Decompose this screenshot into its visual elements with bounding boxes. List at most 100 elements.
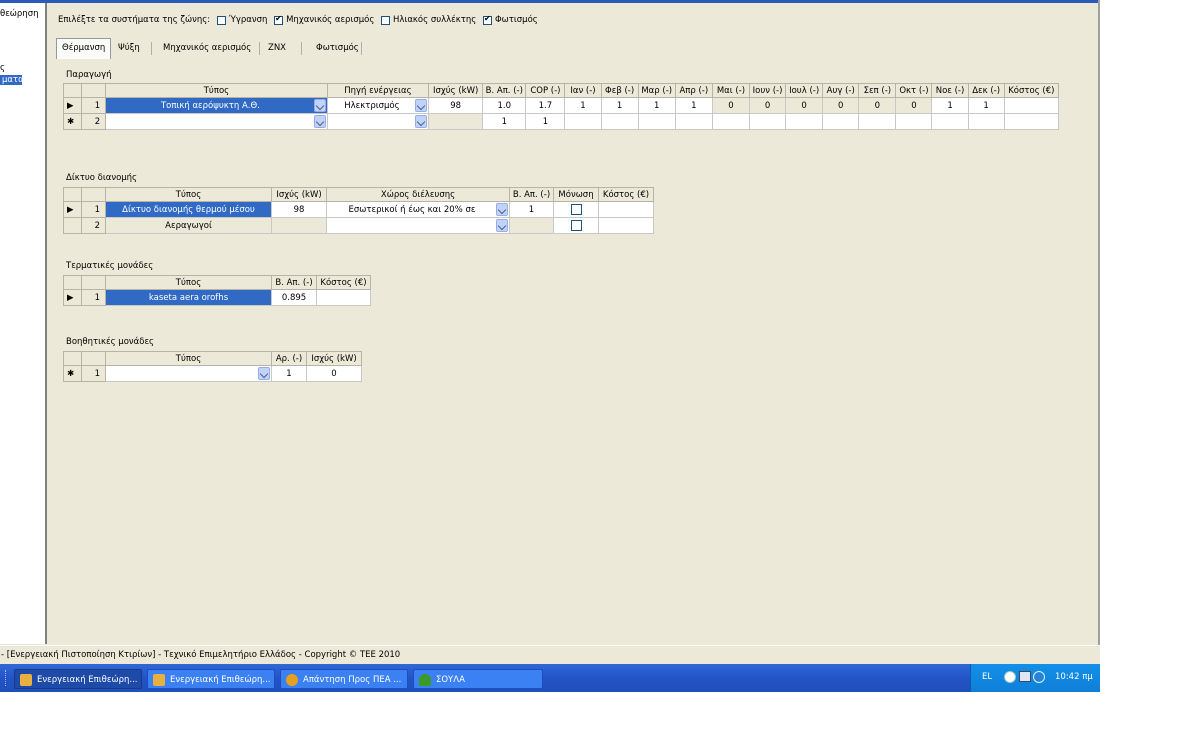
passage-space-combo-cell[interactable]: [326, 217, 510, 234]
type-combo-cell[interactable]: Τοπική αερόψυκτη Α.Θ.: [105, 97, 328, 114]
language-indicator[interactable]: EL: [982, 672, 992, 682]
insulation-cell[interactable]: [553, 201, 599, 218]
tree-item-systems-selected[interactable]: ματα: [0, 75, 24, 85]
taskbar-button-energy-inspection-1[interactable]: Ενεργειακή Επιθεώρη...: [14, 669, 142, 689]
column-header[interactable]: Δεκ (-): [967, 83, 1005, 98]
column-header[interactable]: Τύπος: [105, 351, 272, 366]
volume-icon[interactable]: [1033, 671, 1045, 683]
column-header[interactable]: Β. Απ. (-): [482, 83, 527, 98]
cost-cell[interactable]: [598, 217, 654, 234]
table-row-new[interactable]: ✱ 2 1 1: [62, 113, 1060, 130]
month-cell[interactable]: [564, 113, 602, 130]
column-header[interactable]: Αυγ (-): [822, 83, 860, 98]
type-cell[interactable]: Δίκτυο διανομής θερμού μέσου: [105, 201, 272, 218]
table-row-new[interactable]: ✱ 1 1 0: [63, 365, 362, 382]
month-cell[interactable]: [748, 113, 787, 130]
taskbar-button-energy-inspection-2[interactable]: Ενεργειακή Επιθεώρη...: [147, 669, 275, 689]
month-cell[interactable]: 0: [748, 97, 787, 114]
solar-collector-checkbox[interactable]: [381, 15, 391, 25]
chevron-down-icon[interactable]: [496, 203, 508, 216]
column-header[interactable]: Πηγή ενέργειας: [326, 83, 430, 98]
table-row[interactable]: ▶ 1 Τοπική αερόψυκτη Α.Θ. Ηλεκτρισμός 98…: [62, 97, 1060, 114]
tab-dhw[interactable]: ΖΝΧ: [263, 39, 291, 58]
column-header[interactable]: Κόστος (€): [598, 187, 654, 202]
efficiency-cell[interactable]: 0.895: [271, 289, 317, 306]
month-cell[interactable]: [931, 113, 969, 130]
month-cell[interactable]: 0: [822, 97, 860, 114]
energy-source-combo-cell[interactable]: [326, 113, 430, 130]
column-header[interactable]: Οκτ (-): [895, 83, 933, 98]
chevron-down-icon[interactable]: [415, 99, 428, 112]
type-combo-cell[interactable]: [105, 113, 328, 130]
column-header[interactable]: Ισχύς (kW): [428, 83, 484, 98]
month-cell[interactable]: [711, 113, 750, 130]
month-cell[interactable]: 1: [674, 97, 713, 114]
count-cell[interactable]: 1: [271, 365, 307, 382]
month-cell[interactable]: 1: [600, 97, 639, 114]
month-cell[interactable]: 0: [785, 97, 824, 114]
lighting-checkbox[interactable]: [482, 14, 492, 25]
column-header[interactable]: Ισχύς (kW): [271, 187, 327, 202]
power-cell[interactable]: 98: [271, 201, 327, 218]
tree-item-inspection[interactable]: θεώρηση: [0, 9, 38, 19]
column-header[interactable]: Φεβ (-): [600, 83, 639, 98]
column-header[interactable]: Ιαν (-): [564, 83, 602, 98]
month-cell[interactable]: 1: [564, 97, 602, 114]
expand-tray-icon[interactable]: [1004, 671, 1016, 683]
taskbar-button-browser[interactable]: Απάντηση Προς ΠΕΑ ...: [280, 669, 408, 689]
month-cell[interactable]: [600, 113, 639, 130]
column-header[interactable]: Ιουν (-): [748, 83, 787, 98]
taskbar-grip[interactable]: [5, 670, 8, 686]
cost-cell[interactable]: [598, 201, 654, 218]
month-cell[interactable]: [785, 113, 824, 130]
type-cell[interactable]: Αεραγωγοί: [105, 217, 272, 234]
column-header[interactable]: Μόνωση: [553, 187, 599, 202]
tab-lighting[interactable]: Φωτισμός: [311, 39, 364, 58]
network-icon[interactable]: [1019, 671, 1031, 682]
power-cell[interactable]: [271, 217, 327, 234]
taskbar-button-soula[interactable]: ΣΟΥΛΑ: [413, 669, 543, 689]
chevron-down-icon[interactable]: [415, 115, 428, 128]
column-header[interactable]: Τύπος: [105, 83, 328, 98]
column-header[interactable]: Ιουλ (-): [785, 83, 824, 98]
cost-cell[interactable]: [1003, 113, 1060, 130]
column-header[interactable]: Νοε (-): [931, 83, 969, 98]
column-header[interactable]: Κόστος (€): [316, 275, 371, 290]
column-header[interactable]: Μαρ (-): [637, 83, 676, 98]
month-cell[interactable]: [637, 113, 676, 130]
column-header[interactable]: Τύπος: [105, 187, 272, 202]
month-cell[interactable]: 0: [858, 97, 897, 114]
tab-heating[interactable]: Θέρμανση: [56, 38, 112, 59]
table-row[interactable]: ▶ 1 Δίκτυο διανομής θερμού μέσου 98 Εσωτ…: [63, 201, 654, 218]
table-row[interactable]: ▶ 1 kaseta aera orofhs 0.895: [63, 289, 371, 306]
insulation-checkbox[interactable]: [570, 220, 582, 231]
table-row[interactable]: 2 Αεραγωγοί: [63, 217, 654, 234]
month-cell[interactable]: 1: [637, 97, 676, 114]
cop-cell[interactable]: 1: [525, 113, 566, 130]
column-header[interactable]: COP (-): [525, 83, 566, 98]
column-header[interactable]: Μαι (-): [711, 83, 750, 98]
tree-item-partial[interactable]: ς: [0, 63, 5, 73]
efficiency-cell[interactable]: 1: [509, 201, 554, 218]
column-header[interactable]: Απρ (-): [674, 83, 713, 98]
power-cell[interactable]: 0: [306, 365, 362, 382]
month-cell[interactable]: 0: [895, 97, 933, 114]
efficiency-cell[interactable]: 1.0: [482, 97, 527, 114]
power-cell[interactable]: 98: [428, 97, 484, 114]
month-cell[interactable]: [895, 113, 933, 130]
column-header[interactable]: Αρ. (-): [271, 351, 307, 366]
clock[interactable]: 10:42 πμ: [1055, 672, 1093, 682]
energy-source-combo-cell[interactable]: Ηλεκτρισμός: [326, 97, 430, 114]
month-cell[interactable]: [967, 113, 1005, 130]
power-cell[interactable]: [428, 113, 484, 130]
humidification-checkbox[interactable]: [216, 15, 226, 25]
column-header[interactable]: Τύπος: [105, 275, 272, 290]
chevron-down-icon[interactable]: [496, 219, 508, 232]
column-header[interactable]: Β. Απ. (-): [271, 275, 317, 290]
month-cell[interactable]: [674, 113, 713, 130]
chevron-down-icon[interactable]: [258, 367, 270, 380]
month-cell[interactable]: [822, 113, 860, 130]
chevron-down-icon[interactable]: [313, 99, 326, 112]
insulation-cell[interactable]: [553, 217, 599, 234]
cost-cell[interactable]: [316, 289, 371, 306]
